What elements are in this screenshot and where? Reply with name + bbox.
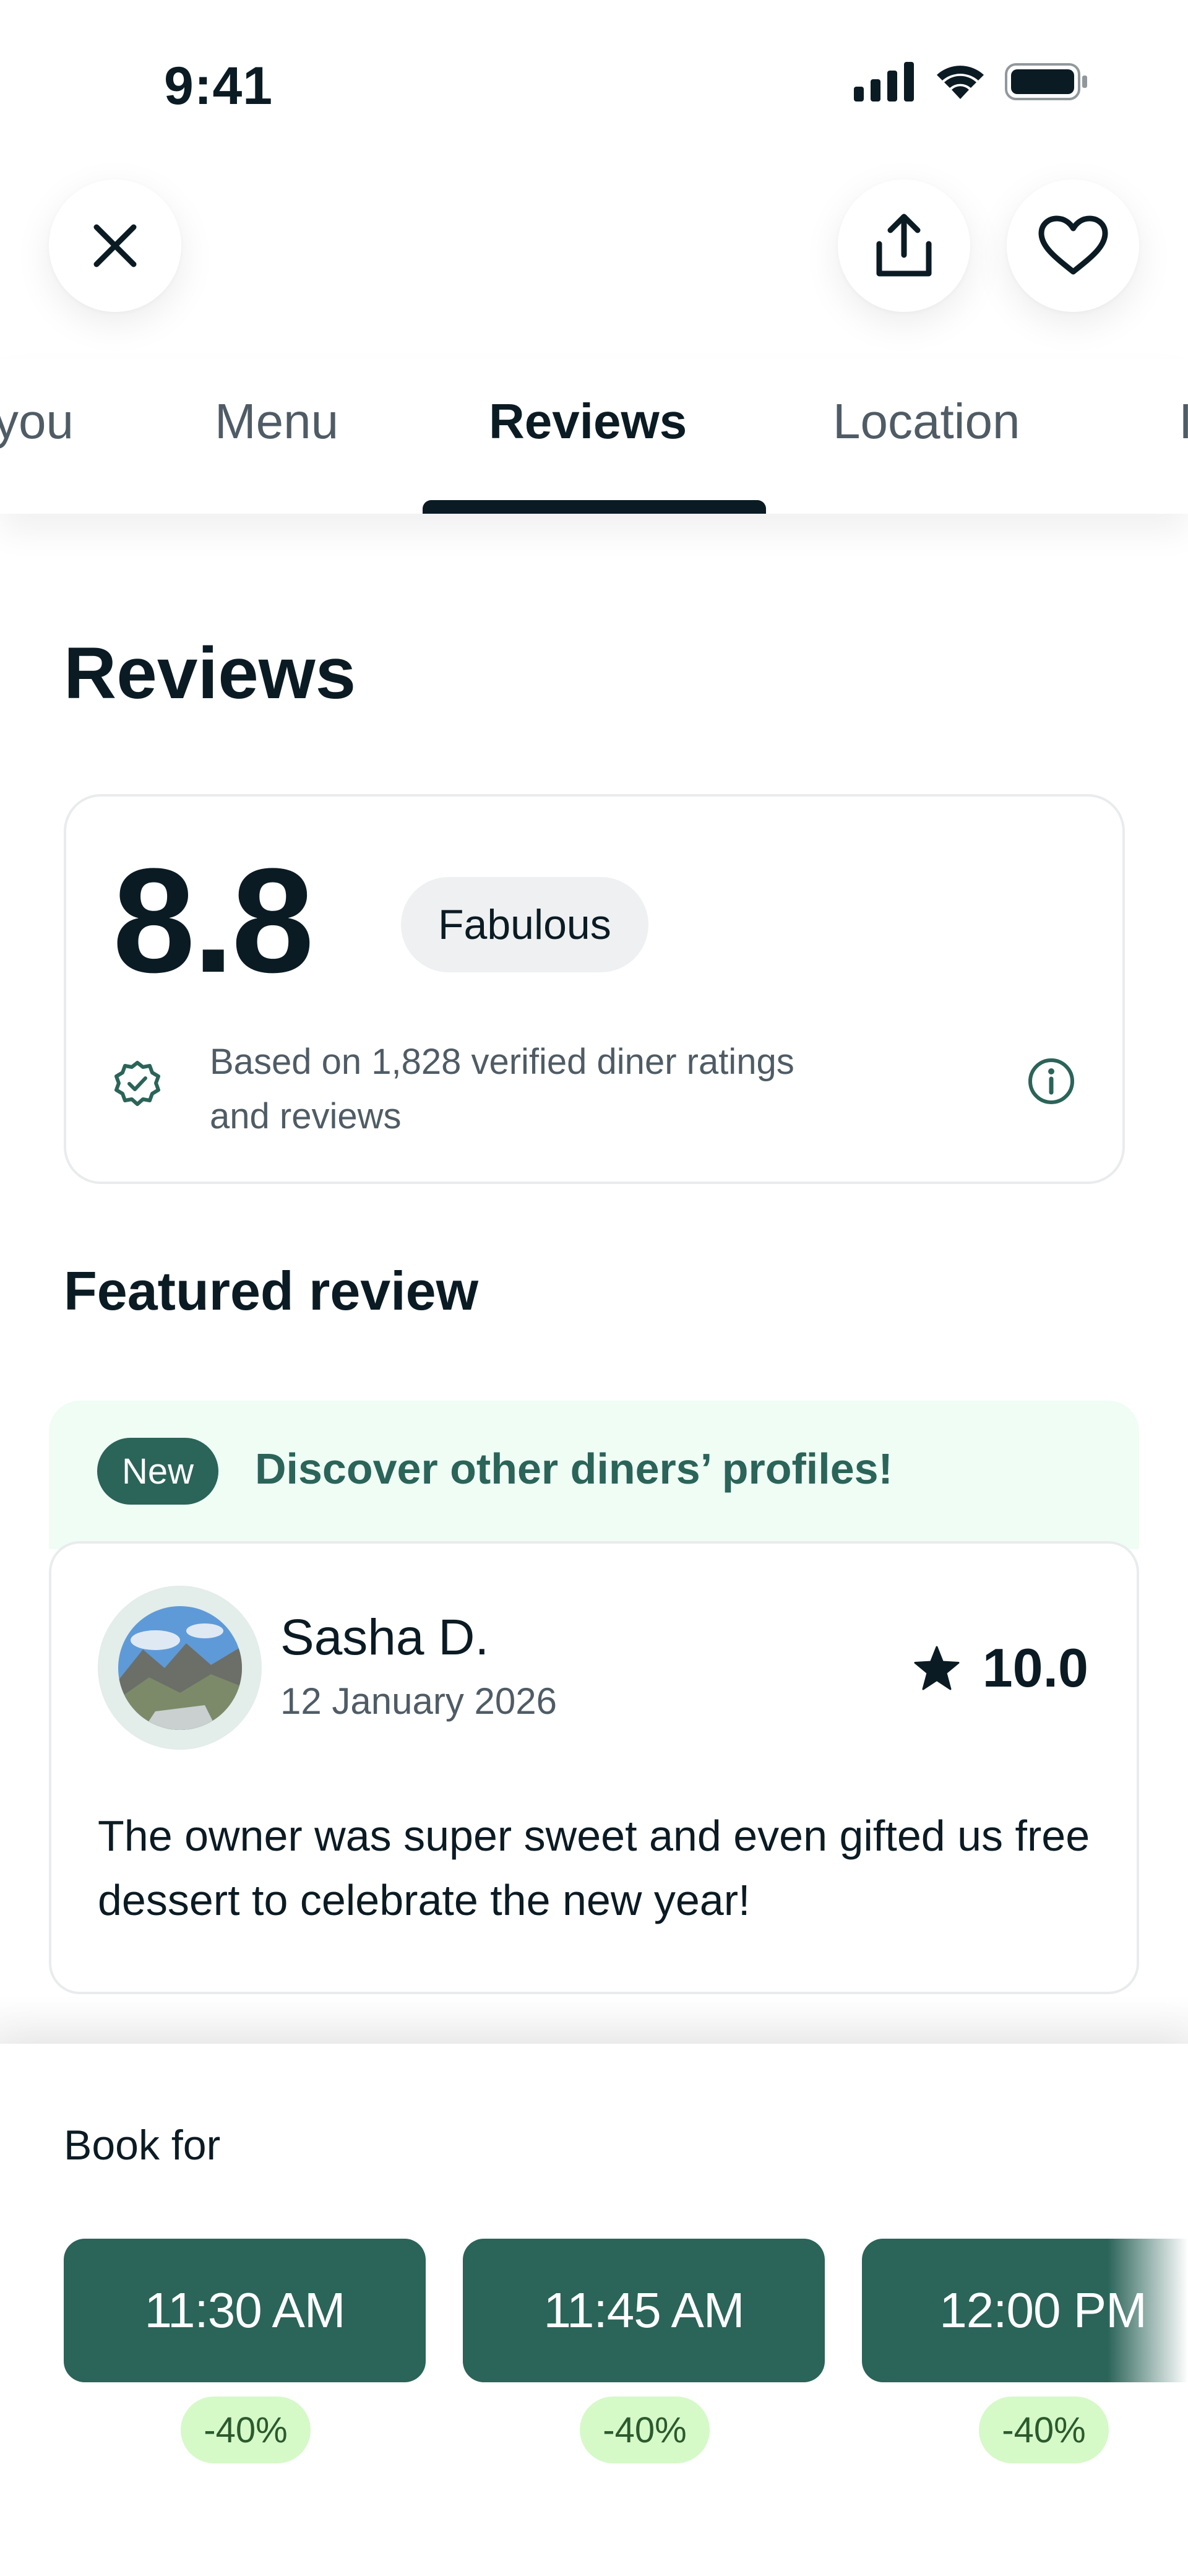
status-time: 9:41 xyxy=(164,56,273,116)
favorite-button[interactable] xyxy=(1007,179,1139,312)
rating-label-badge: Fabulous xyxy=(401,877,648,972)
book-for-label: Book for xyxy=(64,2122,221,2169)
review-score: 10.0 xyxy=(982,1637,1088,1698)
discount-badge: -40% xyxy=(580,2397,710,2463)
tab-next[interactable]: I xyxy=(1179,393,1188,450)
booking-sheet: Book for 11:30 AM -40% 11:45 AM -40% 12:… xyxy=(0,2044,1188,2576)
reviews-heading: Reviews xyxy=(64,633,356,714)
status-bar: 9:41 xyxy=(0,0,1188,161)
banner-text: Discover other diners’ profiles! xyxy=(255,1445,893,1493)
section-tabs: you Menu Reviews Location I xyxy=(0,359,1188,514)
review-date: 12 January 2026 xyxy=(280,1680,557,1722)
rating-description: Based on 1,828 verified diner ratings an… xyxy=(210,1035,952,1144)
review-text: The owner was super sweet and even gifte… xyxy=(98,1812,1090,1924)
close-icon xyxy=(93,224,137,267)
discount-badge: -40% xyxy=(181,2397,311,2463)
star-icon xyxy=(914,1646,960,1690)
status-icons xyxy=(854,62,1089,102)
tab-menu[interactable]: Menu xyxy=(215,393,338,450)
wifi-icon xyxy=(937,66,984,99)
discount-badge: -40% xyxy=(979,2397,1109,2463)
rating-summary-card: 8.8 Fabulous Based on 1,828 verified din… xyxy=(64,794,1125,1184)
rating-description-line-2: and reviews xyxy=(210,1096,402,1136)
featured-review-heading: Featured review xyxy=(64,1260,479,1321)
close-button[interactable] xyxy=(49,179,181,312)
diner-profiles-banner[interactable]: New Discover other diners’ profiles! xyxy=(49,1401,1139,1549)
verified-icon xyxy=(114,1061,160,1106)
tab-location[interactable]: Location xyxy=(833,393,1020,450)
avatar-image xyxy=(118,1606,242,1730)
scroll-fade xyxy=(1108,2229,1188,2477)
reviewer-name[interactable]: Sasha D. xyxy=(280,1609,489,1667)
new-badge: New xyxy=(97,1438,219,1505)
signal-icon xyxy=(854,62,914,102)
battery-icon xyxy=(1005,63,1087,100)
tab-about-you[interactable]: you xyxy=(0,393,74,450)
review-rating: 10.0 xyxy=(913,1636,1088,1700)
heart-icon xyxy=(1038,215,1108,275)
share-button[interactable] xyxy=(838,179,970,312)
tab-reviews[interactable]: Reviews xyxy=(489,393,687,450)
avatar[interactable] xyxy=(98,1586,262,1750)
share-icon xyxy=(876,214,932,277)
rating-description-line-1: Based on 1,828 verified diner ratings xyxy=(210,1042,794,1082)
time-slot-button[interactable]: 11:30 AM xyxy=(64,2239,426,2382)
info-icon[interactable] xyxy=(1027,1057,1076,1106)
featured-review-card[interactable]: Sasha D. 12 January 2026 10.0 The owner … xyxy=(49,1541,1139,1994)
time-slot-button[interactable]: 11:45 AM xyxy=(463,2239,825,2382)
sheet-shadow xyxy=(0,1994,1188,2044)
active-tab-indicator xyxy=(423,500,766,514)
rating-score: 8.8 xyxy=(113,837,314,1003)
